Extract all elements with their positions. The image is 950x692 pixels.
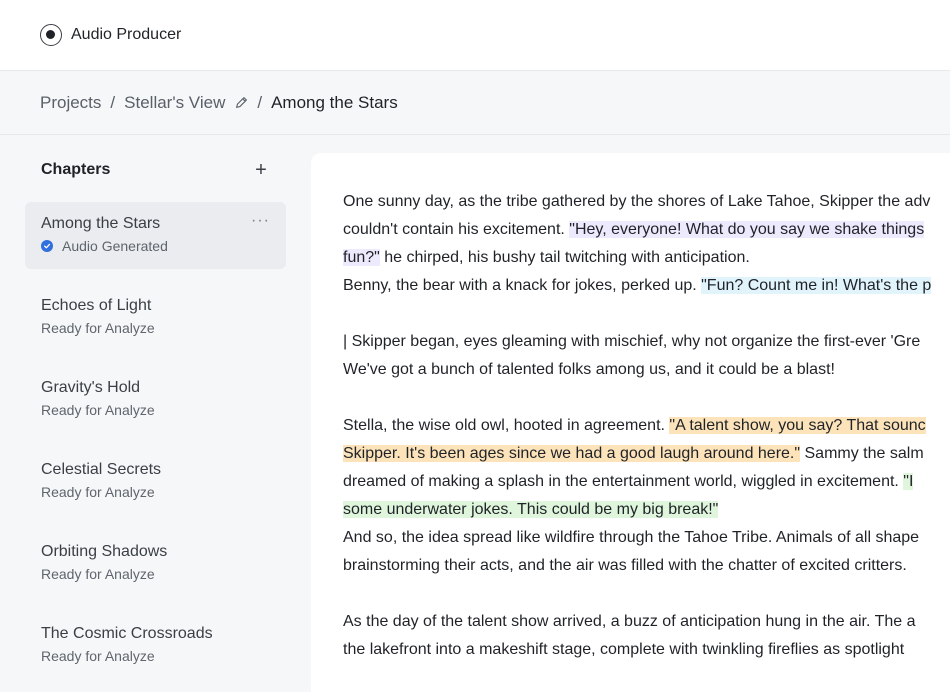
- chapters-title: Chapters: [41, 161, 111, 178]
- text-line: | Skipper began, eyes gleaming with misc…: [343, 328, 950, 356]
- dialogue-highlight-blue[interactable]: "Fun? Count me in! What's the p: [701, 277, 932, 294]
- narration-text: he chirped, his bushy tail twitching wit…: [379, 249, 750, 266]
- chapter-item-the-cosmic-crossroads[interactable]: The Cosmic Crossroads Ready for Analyze: [25, 612, 286, 679]
- chapters-sidebar: Chapters + Among the Stars Audio Generat…: [0, 135, 310, 692]
- chapter-title: Orbiting Shadows: [41, 543, 168, 560]
- narration-text: | Skipper began, eyes gleaming with misc…: [343, 333, 921, 350]
- dialogue-highlight-orange[interactable]: Skipper. It's been ages since we had a g…: [343, 445, 801, 462]
- chapter-title: The Cosmic Crossroads: [41, 625, 213, 642]
- dialogue-highlight-green[interactable]: "I: [903, 473, 914, 490]
- narration-text: the lakefront into a makeshift stage, co…: [343, 641, 905, 658]
- text-line: the lakefront into a makeshift stage, co…: [343, 636, 950, 664]
- dialogue-highlight-purple[interactable]: fun?": [343, 249, 380, 266]
- chapter-item-echoes-of-light[interactable]: Echoes of Light Ready for Analyze: [25, 284, 286, 351]
- text-line: Benny, the bear with a knack for jokes, …: [343, 272, 950, 300]
- main-content: Chapters + Among the Stars Audio Generat…: [0, 135, 950, 692]
- text-line: Stella, the wise old owl, hooted in agre…: [343, 412, 950, 440]
- chapters-header: Chapters +: [41, 160, 271, 180]
- check-circle-icon: [41, 240, 53, 252]
- chapter-status: Ready for Analyze: [41, 648, 155, 664]
- narration-text: One sunny day, as the tribe gathered by …: [343, 193, 931, 210]
- more-options-icon[interactable]: ···: [251, 212, 270, 230]
- text-line: brainstorming their acts, and the air wa…: [343, 552, 950, 580]
- text-line: And so, the idea spread like wildfire th…: [343, 524, 950, 552]
- chapter-title: Gravity's Hold: [41, 379, 141, 396]
- text-line: couldn't contain his excitement. "Hey, e…: [343, 216, 950, 244]
- text-line: Skipper. It's been ages since we had a g…: [343, 440, 950, 468]
- text-line: dreamed of making a splash in the entert…: [343, 468, 950, 496]
- dialogue-highlight-orange[interactable]: "A talent show, you say? That sounc: [669, 417, 926, 434]
- pencil-icon[interactable]: [234, 96, 248, 110]
- narration-text: Benny, the bear with a knack for jokes, …: [343, 277, 702, 294]
- text-line: As the day of the talent show arrived, a…: [343, 608, 950, 636]
- chapter-title: Echoes of Light: [41, 297, 152, 314]
- narration-text: As the day of the talent show arrived, a…: [343, 613, 916, 630]
- breadcrumb-project[interactable]: Stellar's View: [124, 93, 225, 113]
- breadcrumb-separator: /: [257, 92, 263, 112]
- narration-text: And so, the idea spread like wildfire th…: [343, 529, 920, 546]
- add-chapter-button[interactable]: +: [251, 160, 271, 180]
- narration-text: dreamed of making a splash in the entert…: [343, 473, 904, 490]
- narration-text: Sammy the salm: [800, 445, 924, 462]
- narration-text: We've got a bunch of talented folks amon…: [343, 361, 835, 378]
- app-header: Audio Producer: [0, 0, 950, 71]
- record-circle-icon: [40, 24, 62, 46]
- chapter-item-orbiting-shadows[interactable]: Orbiting Shadows Ready for Analyze: [25, 530, 286, 597]
- breadcrumb-chapter: Among the Stars: [271, 92, 398, 112]
- chapter-item-celestial-secrets[interactable]: Celestial Secrets Ready for Analyze: [25, 448, 286, 515]
- chapter-status-label: Audio Generated: [62, 238, 168, 254]
- dialogue-highlight-purple[interactable]: "Hey, everyone! What do you say we shake…: [569, 221, 925, 238]
- breadcrumb-projects[interactable]: Projects: [40, 93, 101, 113]
- chapter-status: Audio Generated: [41, 238, 270, 254]
- narration-text: brainstorming their acts, and the air wa…: [343, 557, 907, 574]
- breadcrumb: Projects / Stellar's View / Among the St…: [0, 71, 950, 135]
- chapter-title: Celestial Secrets: [41, 461, 162, 478]
- chapter-status: Ready for Analyze: [41, 402, 155, 418]
- text-line: We've got a bunch of talented folks amon…: [343, 356, 950, 384]
- chapter-status: Ready for Analyze: [41, 566, 155, 582]
- chapter-item-among-the-stars[interactable]: Among the Stars Audio Generated ···: [25, 202, 286, 269]
- chapter-status: Ready for Analyze: [41, 320, 155, 336]
- chapter-text-editor[interactable]: One sunny day, as the tribe gathered by …: [311, 153, 950, 692]
- chapter-title: Among the Stars: [41, 215, 161, 232]
- narration-text: couldn't contain his excitement.: [343, 221, 570, 238]
- text-line: some underwater jokes. This could be my …: [343, 496, 950, 524]
- chapter-item-gravitys-hold[interactable]: Gravity's Hold Ready for Analyze: [25, 366, 286, 433]
- app-title: Audio Producer: [71, 26, 182, 43]
- breadcrumb-separator: /: [110, 92, 116, 112]
- text-line: fun?" he chirped, his bushy tail twitchi…: [343, 244, 950, 272]
- dialogue-highlight-green[interactable]: some underwater jokes. This could be my …: [343, 501, 719, 518]
- chapter-status: Ready for Analyze: [41, 484, 155, 500]
- narration-text: Stella, the wise old owl, hooted in agre…: [343, 417, 670, 434]
- text-line: One sunny day, as the tribe gathered by …: [343, 188, 950, 216]
